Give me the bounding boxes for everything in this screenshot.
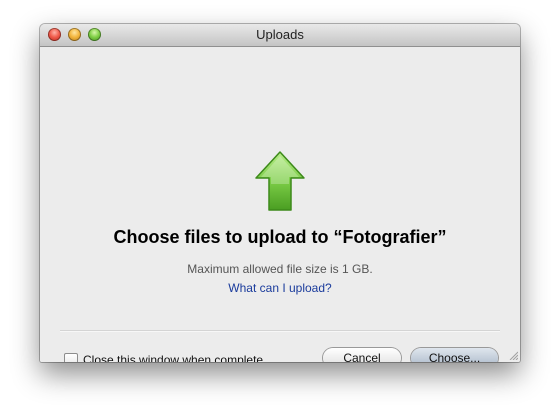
title-bar[interactable]: Uploads bbox=[40, 24, 520, 47]
upload-panel: Choose files to upload to “Fotografier” … bbox=[40, 47, 520, 362]
window-title: Uploads bbox=[256, 27, 304, 42]
close-when-complete-label: Close this window when complete bbox=[83, 353, 264, 362]
upload-arrow-icon bbox=[255, 151, 305, 211]
upload-headline: Choose files to upload to “Fotografier” bbox=[113, 227, 447, 247]
max-file-size-text: Maximum allowed file size is 1 GB. bbox=[187, 262, 373, 276]
close-when-complete-checkbox[interactable] bbox=[64, 353, 78, 362]
close-when-complete-option[interactable]: Close this window when complete bbox=[64, 352, 263, 362]
divider bbox=[60, 330, 500, 332]
choose-button[interactable]: Choose... bbox=[411, 348, 498, 362]
what-can-i-upload-link[interactable]: What can I upload? bbox=[40, 281, 520, 295]
uploads-window: Uploads Choose files to upload to “Fotog… bbox=[40, 24, 520, 362]
resize-grip-icon[interactable] bbox=[508, 350, 518, 360]
cancel-button[interactable]: Cancel bbox=[323, 348, 401, 362]
